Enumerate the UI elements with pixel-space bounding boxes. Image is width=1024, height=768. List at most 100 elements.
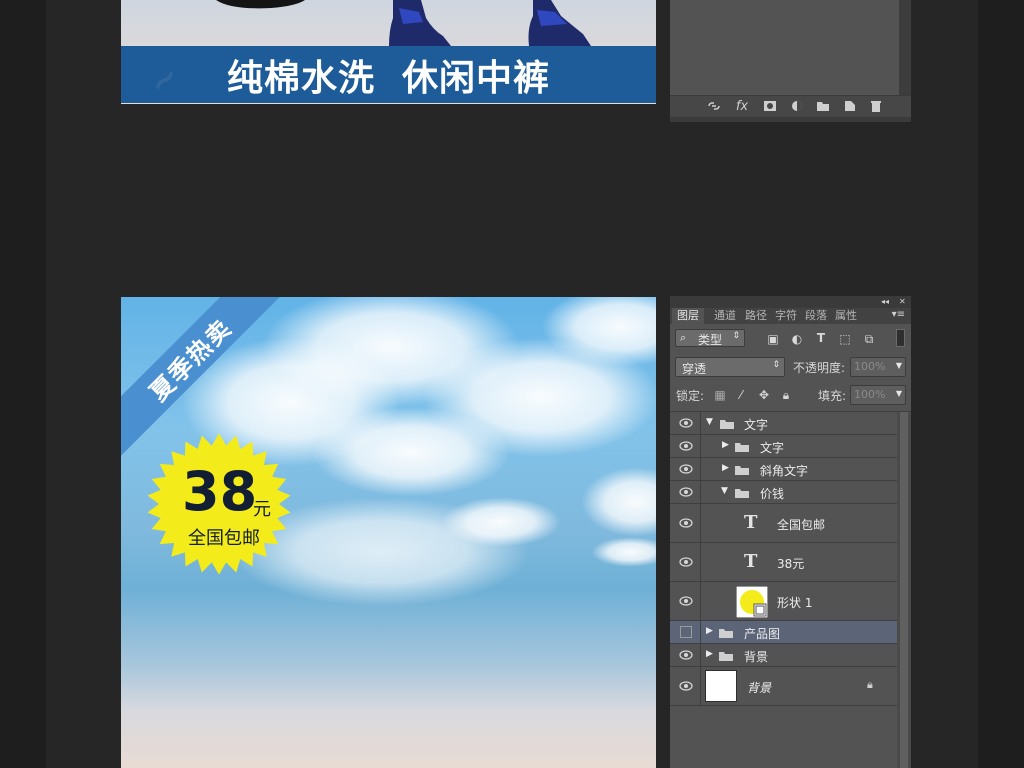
lock-move-icon[interactable]: ✥ [757,388,771,402]
layer-row[interactable]: T 全国包邮 [670,504,897,543]
fill-input[interactable]: 100% ▼ [850,385,906,405]
lock-label: 锁定: [676,389,705,403]
cloud [591,537,656,567]
filter-image-icon[interactable]: ▣ [766,332,780,346]
visibility-cell[interactable] [670,582,701,620]
link-icon[interactable] [706,99,722,115]
folder-open-icon [720,420,734,429]
expand-closed-icon[interactable]: ▶ [722,440,729,450]
visibility-cell[interactable] [670,667,701,705]
collapse-icon[interactable]: ◂◂ [881,296,889,308]
eye-icon[interactable] [679,557,693,567]
layer-name: 背景 [747,681,772,695]
product-legs-image [216,0,591,46]
tab-layers[interactable]: 图层 [672,308,704,324]
visibility-cell[interactable] [670,621,701,643]
layer-name: 斜角文字 [760,464,809,478]
blend-mode-select[interactable]: 穿透 ⇕ [675,357,785,377]
eye-icon[interactable] [679,464,693,474]
chevron-updown-icon: ⇕ [732,331,740,341]
mask-icon[interactable] [762,99,778,115]
layer-name: 价钱 [760,487,785,501]
layer-row[interactable]: ▶ 背景 [670,644,897,667]
hidden-visibility-box[interactable] [680,626,692,638]
layer-row-selected[interactable]: ▶ 产品图 [670,621,897,644]
layer-row[interactable]: ▶ 斜角文字 [670,458,897,481]
panel-menu-icon[interactable]: ▾≡ [892,309,905,320]
panel-resize-grip[interactable] [670,117,911,122]
tab-channels[interactable]: 通道 [714,308,736,324]
new-layer-icon[interactable] [842,99,858,115]
tab-paragraph[interactable]: 段落 [805,308,827,324]
filter-type-select[interactable]: ⌕ 类型 ⇕ [675,329,745,347]
filter-type-label: 类型 [698,333,723,347]
layer-list-scrollbar[interactable] [897,412,911,768]
fill-label: 填充: [818,389,847,403]
expand-open-icon[interactable]: ▼ [721,486,728,496]
filter-toggle[interactable] [896,329,905,347]
layer-name: 背景 [744,650,769,664]
banner-headline-strip: 纯棉水洗 休闲中裤 [121,46,656,103]
chevron-down-icon: ▼ [895,361,902,370]
lock-all-icon[interactable]: 🔒︎ [779,388,793,402]
visibility-cell[interactable] [670,412,701,434]
folder-icon [719,629,733,638]
scrollbar-thumb[interactable] [900,412,908,768]
badge-unit: 元 [253,499,271,520]
eye-icon[interactable] [679,596,693,606]
filter-adjust-icon[interactable]: ◐ [790,332,804,346]
tab-properties[interactable]: 属性 [835,308,857,324]
visibility-cell[interactable] [670,504,701,542]
badge-shipping: 全国包邮 [188,528,260,549]
close-icon[interactable]: ✕ [899,296,906,308]
chevron-updown-icon: ⇕ [772,360,780,370]
visibility-cell[interactable] [670,644,701,666]
layer-row[interactable]: 形状 1 [670,582,897,621]
layer-row[interactable]: ▼ 文字 [670,412,897,435]
visibility-cell[interactable] [670,481,701,503]
filter-shape-icon[interactable]: ⬚ [838,332,852,346]
trash-icon[interactable] [868,99,884,115]
right-edge [978,0,1024,768]
layer-name: 文字 [760,441,785,455]
eye-icon[interactable] [679,441,693,451]
visibility-cell[interactable] [670,458,701,480]
visibility-cell[interactable] [670,543,701,581]
left-edge [0,0,46,768]
eye-icon[interactable] [679,681,693,691]
layer-row[interactable]: ▼ 价钱 [670,481,897,504]
opacity-label: 不透明度: [793,361,846,375]
badge-price: 38 [182,460,258,523]
photoshop-workspace: 纯棉水洗 休闲中裤 fx 夏季热卖 38 元 全国包邮 ◂◂ ✕ 图层 通道 路… [0,0,1024,768]
filter-text-icon[interactable]: T [814,331,828,345]
tab-character[interactable]: 字符 [775,308,797,324]
eye-icon[interactable] [679,650,693,660]
folder-icon [735,466,749,475]
fx-icon[interactable]: fx [734,99,750,115]
layer-row[interactable]: 背景 🔒︎ [670,667,897,706]
layer-row[interactable]: ▶ 文字 [670,435,897,458]
lock-brush-icon[interactable]: ⁄ [734,388,748,402]
cloud [311,407,511,497]
panel-tabs: 图层 通道 路径 字符 段落 属性 ▾≡ [670,308,911,324]
layers-panel: ◂◂ ✕ 图层 通道 路径 字符 段落 属性 ▾≡ ⌕ 类型 ⇕ ▣ ◐ T ⬚… [670,296,911,768]
layer-row[interactable]: T 38元 [670,543,897,582]
visibility-cell[interactable] [670,435,701,457]
layer-name: 38元 [777,557,805,571]
folder-icon[interactable] [815,99,831,115]
background-thumbnail [705,670,737,702]
adjustment-icon[interactable] [789,99,805,115]
text-layer-icon: T [744,551,758,572]
expand-open-icon[interactable]: ▼ [706,417,713,427]
expand-closed-icon[interactable]: ▶ [706,649,713,659]
expand-closed-icon[interactable]: ▶ [722,463,729,473]
filter-smart-icon[interactable]: ⧉ [862,332,876,346]
opacity-input[interactable]: 100% ▼ [850,357,906,377]
expand-closed-icon[interactable]: ▶ [706,626,713,636]
tab-paths[interactable]: 路径 [745,308,767,324]
eye-icon[interactable] [679,518,693,528]
eye-icon[interactable] [679,418,693,428]
lock-transparency-icon[interactable]: ▦ [713,388,727,402]
product-image-preview: 夏季热卖 38 元 全国包邮 [121,297,656,768]
eye-icon[interactable] [679,487,693,497]
